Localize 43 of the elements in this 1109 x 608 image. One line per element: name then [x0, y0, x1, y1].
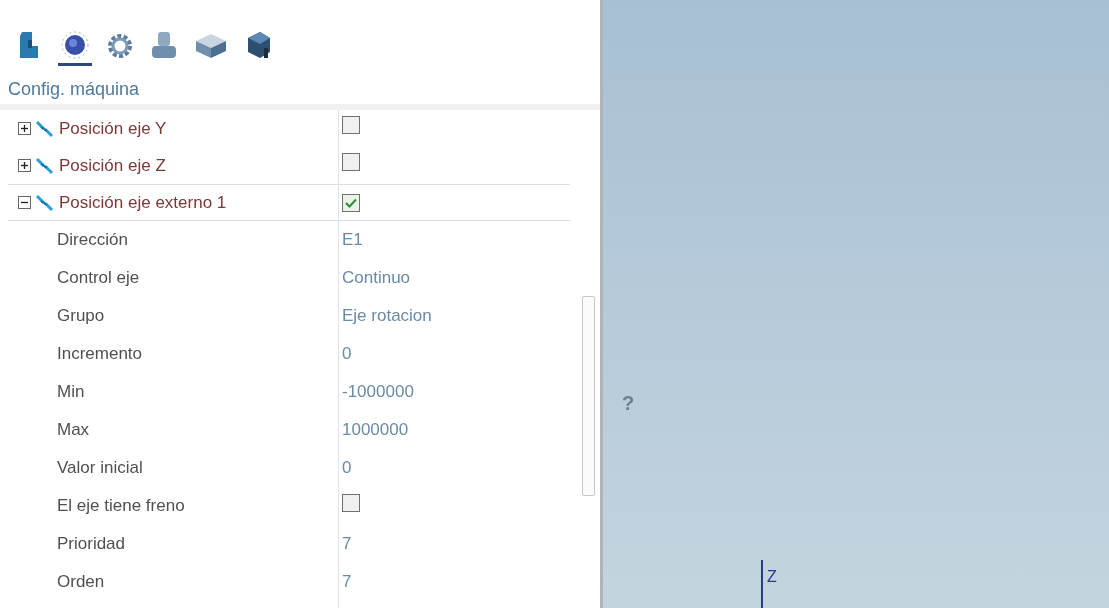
help-mark[interactable]: ? [622, 388, 635, 418]
axis-icon [35, 118, 55, 139]
expand-icon[interactable] [18, 159, 31, 172]
property-label: Min [56, 381, 86, 404]
toolbar-tab[interactable] [58, 30, 92, 66]
property-value[interactable]: E1 [342, 230, 363, 250]
property-label: Prioridad [56, 533, 127, 556]
property-label: Orden [56, 571, 106, 594]
property-label: Control eje [56, 267, 141, 290]
tree-item-label[interactable]: Posición eje Y [59, 115, 167, 142]
gear-icon [106, 32, 134, 60]
property-value[interactable]: 7 [342, 572, 352, 592]
property-value[interactable]: 7 [342, 534, 352, 554]
axis-icon [35, 155, 55, 176]
collapse-icon[interactable] [18, 196, 31, 209]
property-value[interactable]: 0 [342, 344, 352, 364]
property-label: Grupo [56, 305, 106, 328]
property-label: Dirección [56, 229, 129, 252]
expand-icon[interactable] [18, 122, 31, 135]
property-label: Incremento [56, 343, 144, 366]
checkbox[interactable] [342, 116, 360, 134]
cylinder-part-icon [150, 30, 178, 60]
property-value[interactable]: -1000000 [342, 382, 414, 402]
property-label: Valor inicial [56, 457, 144, 480]
tree-item-label[interactable]: Posición eje externo 1 [59, 189, 227, 216]
axis-label: Z [767, 567, 777, 587]
checkbox[interactable] [342, 493, 360, 512]
checkbox[interactable] [342, 153, 360, 171]
property-value[interactable]: 0 [342, 458, 352, 478]
property-label: El eje tiene freno [56, 495, 186, 518]
axis-icon [35, 192, 55, 213]
property-label: Max [56, 419, 91, 442]
property-value[interactable]: Eje rotacion [342, 306, 432, 326]
panel-title: Config. máquina [7, 78, 141, 101]
property-value[interactable]: 1000000 [342, 420, 409, 440]
scrollbar[interactable] [582, 296, 595, 496]
checkmark-icon [345, 197, 357, 208]
knob-icon [60, 30, 90, 60]
box-icon [194, 32, 228, 60]
checkbox[interactable] [342, 193, 360, 212]
axis-line [761, 560, 763, 608]
tree-item-label[interactable]: Posición eje Z [59, 152, 166, 179]
property-value[interactable]: Continuo [342, 268, 411, 288]
